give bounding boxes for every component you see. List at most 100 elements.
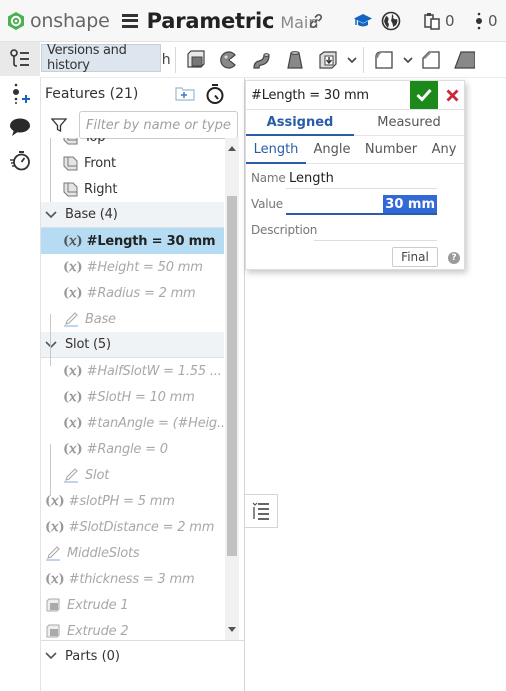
feature-label: MiddleSlots xyxy=(67,545,140,561)
scroll-up-arrow[interactable] xyxy=(228,146,236,151)
public-document-button[interactable] xyxy=(381,11,401,31)
top-bar: onshape Parametric Main 0 0 xyxy=(0,0,506,42)
feature-item-variable[interactable]: (𝑥) #SlotH = 10 mm xyxy=(41,384,224,410)
filter-button[interactable] xyxy=(50,117,68,137)
feature-item-plane[interactable]: Front xyxy=(41,150,224,176)
people-count-button[interactable]: 0 xyxy=(474,11,498,31)
feature-item-plane[interactable]: Right xyxy=(41,176,224,202)
feature-label: #Height = 50 mm xyxy=(86,259,203,275)
comments-button[interactable] xyxy=(0,110,40,144)
add-folder-button[interactable] xyxy=(175,85,195,105)
variable-icon: (𝑥) xyxy=(45,493,65,509)
parts-count: 0 xyxy=(445,12,455,30)
comment-bubble-icon xyxy=(10,118,30,136)
chevron-down-icon xyxy=(45,652,57,660)
chamfer-icon xyxy=(422,50,440,69)
variable-icon: (𝑥) xyxy=(63,259,83,275)
toolbar-divider xyxy=(174,46,176,73)
value-label: Value xyxy=(251,197,283,211)
dialog-header: #Length = 30 mm xyxy=(246,81,464,110)
feature-tree-icon xyxy=(10,49,29,67)
close-icon xyxy=(446,89,458,101)
feature-item-extrude[interactable]: Extrude 2 xyxy=(41,618,224,640)
cancel-button[interactable] xyxy=(442,85,462,105)
feature-item-variable[interactable]: (𝑥) #thickness = 3 mm xyxy=(41,566,224,592)
feature-item-variable[interactable]: (𝑥) #tanAngle = (#Heig... xyxy=(41,410,224,436)
more-features-dropdown[interactable] xyxy=(345,56,359,63)
value-selected-text: 30 mm xyxy=(383,195,437,213)
loft-button[interactable] xyxy=(279,45,312,75)
tab-assigned[interactable]: Assigned xyxy=(246,110,354,136)
feature-item-variable[interactable]: (𝑥) #HalfSlotW = 1.55 ... xyxy=(41,358,224,384)
loft-icon xyxy=(287,50,303,69)
tab-any[interactable]: Any xyxy=(424,136,464,163)
sketch-pencil-icon xyxy=(46,546,60,561)
revolve-button[interactable] xyxy=(213,45,246,75)
link-button[interactable] xyxy=(308,11,324,31)
tab-number[interactable]: Number xyxy=(358,136,424,163)
performance-button[interactable] xyxy=(0,144,40,178)
parts-folder[interactable]: Parts (0) xyxy=(41,641,245,671)
rollback-timer-button[interactable] xyxy=(205,83,225,109)
tab-length[interactable]: Length xyxy=(246,136,306,164)
help-icon[interactable]: ? xyxy=(448,252,460,264)
fillet-dropdown[interactable] xyxy=(401,56,415,63)
feature-label: #Radius = 2 mm xyxy=(86,285,196,301)
description-input[interactable] xyxy=(314,221,437,241)
feature-list-button[interactable] xyxy=(0,42,40,76)
chevron-down-icon xyxy=(45,340,57,348)
accept-button[interactable] xyxy=(410,81,438,109)
feature-item-sketch[interactable]: Base xyxy=(41,306,224,332)
thicken-button[interactable] xyxy=(312,45,345,75)
scroll-thumb[interactable] xyxy=(227,196,237,556)
insert-feature-button[interactable] xyxy=(0,76,40,110)
scroll-down-arrow[interactable] xyxy=(228,627,236,632)
feature-tree-scrollbar[interactable] xyxy=(225,138,239,640)
feature-item-variable[interactable]: (𝑥) #Height = 50 mm xyxy=(41,254,224,280)
sweep-button[interactable] xyxy=(246,45,279,75)
feature-item-variable[interactable]: (𝑥) #Length = 30 mm xyxy=(41,228,224,254)
type-tabs: Length Angle Number Any xyxy=(246,136,464,164)
onshape-logo[interactable]: onshape xyxy=(6,10,110,32)
final-button[interactable]: Final xyxy=(392,247,438,267)
feature-item-variable[interactable]: (𝑥) #slotPH = 5 mm xyxy=(41,488,224,514)
toolbar-divider xyxy=(362,46,364,73)
checkmark-icon xyxy=(416,88,432,102)
feature-folder[interactable]: Slot (5) xyxy=(41,332,224,358)
feature-label: #thickness = 3 mm xyxy=(68,571,195,587)
draft-button[interactable] xyxy=(448,45,481,75)
value-input[interactable]: 30 mm xyxy=(286,195,437,215)
feature-item-sketch[interactable]: Slot xyxy=(41,462,224,488)
collapse-feature-list-button[interactable] xyxy=(245,494,278,528)
parts-count-button[interactable]: 0 xyxy=(423,11,455,31)
feature-item-variable[interactable]: (𝑥) #Rangle = 0 xyxy=(41,436,224,462)
chamfer-button[interactable] xyxy=(415,45,448,75)
sketch-pencil-icon xyxy=(64,312,78,327)
tab-measured[interactable]: Measured xyxy=(354,110,464,135)
extrude-button[interactable] xyxy=(180,45,213,75)
variable-icon: (𝑥) xyxy=(63,415,83,431)
feature-item-variable[interactable]: (𝑥) #SlotDistance = 2 mm xyxy=(41,514,224,540)
document-title[interactable]: Parametric xyxy=(147,9,275,33)
name-input[interactable]: Length xyxy=(286,169,437,189)
sweep-icon xyxy=(253,52,270,69)
feature-item-variable[interactable]: (𝑥) #Radius = 2 mm xyxy=(41,280,224,306)
learning-center-button[interactable] xyxy=(353,11,373,31)
feature-label: Slot (5) xyxy=(65,337,111,352)
main-menu-button[interactable] xyxy=(121,13,138,28)
feature-label: Slot xyxy=(85,467,110,483)
feature-item-plane[interactable]: Top xyxy=(41,138,224,150)
variable-dialog: #Length = 30 mm Assigned Measured Length… xyxy=(245,80,465,270)
feature-item-sketch[interactable]: MiddleSlots xyxy=(41,540,224,566)
plane-icon xyxy=(63,182,78,196)
fillet-button[interactable] xyxy=(368,45,401,75)
feature-filter-input[interactable] xyxy=(79,111,238,139)
tab-angle[interactable]: Angle xyxy=(306,136,358,163)
name-field-row: Name Length xyxy=(246,165,464,191)
feature-folder[interactable]: Base (4) xyxy=(41,202,224,228)
feature-item-extrude[interactable]: Extrude 1 xyxy=(41,592,224,618)
stopwatch-icon xyxy=(206,84,224,104)
chevron-down-icon xyxy=(347,56,357,63)
add-node-icon xyxy=(13,83,30,104)
people-count: 0 xyxy=(488,12,498,30)
